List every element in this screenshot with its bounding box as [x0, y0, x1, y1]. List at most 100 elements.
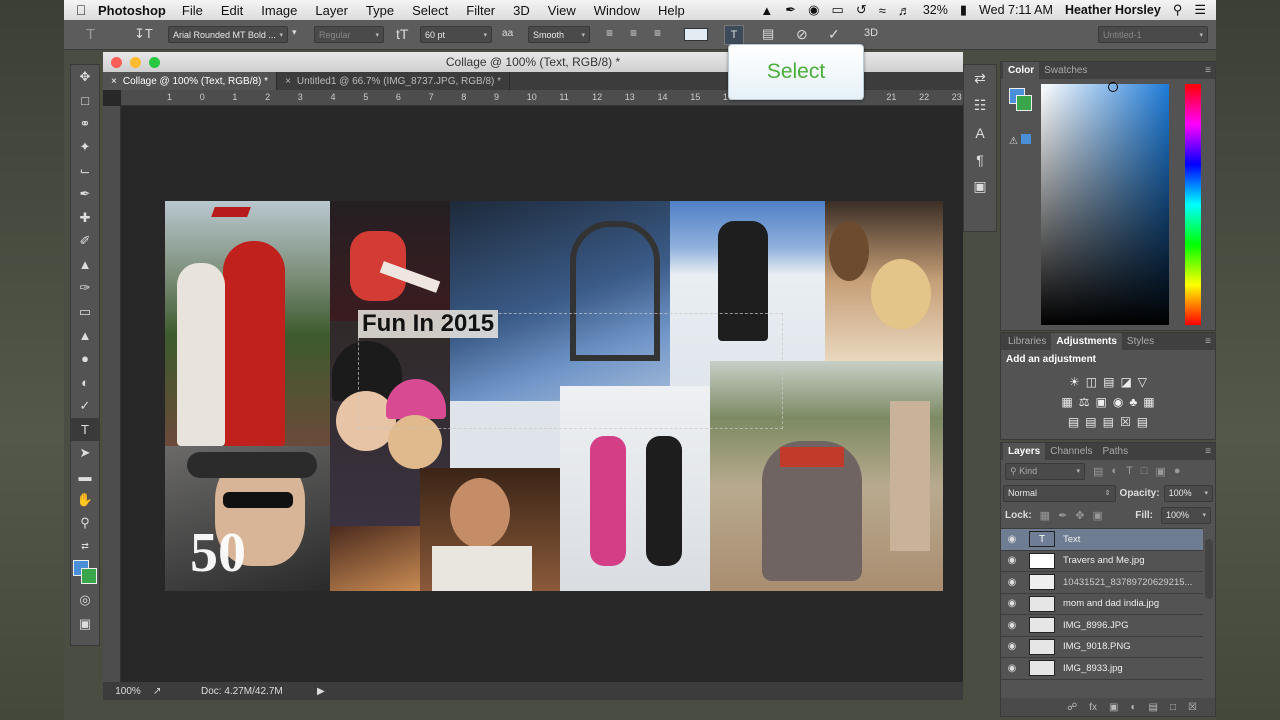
screen-mode-icon[interactable]: ▣: [71, 612, 99, 636]
history-brush-tool-icon[interactable]: ✑: [71, 277, 99, 301]
apple-icon[interactable]: : [64, 2, 98, 18]
3d-icon[interactable]: 3D: [864, 27, 878, 39]
filter-pixel-icon[interactable]: ▤: [1093, 465, 1103, 478]
menu-select[interactable]: Select: [412, 3, 448, 18]
paint-bucket-tool-icon[interactable]: ▲: [71, 324, 99, 348]
dodge-tool-icon[interactable]: ◐: [71, 371, 99, 395]
visibility-eye-icon[interactable]: ◉: [1001, 641, 1023, 652]
menu-view[interactable]: View: [548, 3, 576, 18]
time-machine-icon[interactable]: ↺: [856, 2, 867, 18]
properties-panel-icon[interactable]: ☷: [964, 92, 996, 119]
align-right-icon[interactable]: ≡: [654, 26, 661, 40]
volume-icon[interactable]: ♬: [898, 3, 911, 18]
blur-tool-icon[interactable]: ●: [71, 347, 99, 371]
hue-slider[interactable]: [1185, 84, 1201, 325]
color-lookup-icon[interactable]: ▦: [1143, 395, 1154, 409]
align-center-icon[interactable]: ≡: [630, 26, 637, 40]
wifi-icon[interactable]: ≈: [879, 3, 886, 18]
fill-input[interactable]: 100% ▾: [1161, 506, 1211, 524]
type-tool-icon[interactable]: T: [71, 417, 99, 441]
filter-toggle-icon[interactable]: ●: [1174, 465, 1181, 477]
minimize-window-icon[interactable]: [130, 57, 141, 68]
filter-type-icon[interactable]: T: [1126, 465, 1133, 477]
panel-menu-icon[interactable]: ≡: [1200, 62, 1215, 79]
crop-tool-icon[interactable]: ⌙: [71, 159, 99, 183]
creative-cloud-icon[interactable]: ◉: [808, 2, 819, 18]
hue-saturation-icon[interactable]: ▦: [1061, 395, 1072, 409]
font-family-dropdown[interactable]: Arial Rounded MT Bold ... ▾: [168, 26, 288, 43]
new-layer-icon[interactable]: □: [1170, 702, 1176, 713]
font-size-dropdown[interactable]: 60 pt ▾: [420, 26, 492, 43]
tab-adjustments[interactable]: Adjustments: [1051, 333, 1122, 350]
channel-mixer-icon[interactable]: ♣: [1129, 395, 1137, 409]
history-panel-icon[interactable]: ⇄: [964, 65, 996, 92]
filter-adjustment-icon[interactable]: ◐: [1111, 465, 1118, 477]
curves-icon[interactable]: ▤: [1103, 375, 1114, 389]
posterize-icon[interactable]: ▤: [1085, 415, 1096, 429]
menu-3d[interactable]: 3D: [513, 3, 530, 18]
user-name[interactable]: Heather Horsley: [1065, 3, 1161, 17]
tab-paths[interactable]: Paths: [1098, 443, 1134, 460]
tab-color[interactable]: Color: [1003, 62, 1040, 79]
threshold-icon[interactable]: ▤: [1103, 415, 1114, 429]
visibility-eye-icon[interactable]: ◉: [1001, 598, 1023, 609]
visibility-eye-icon[interactable]: ◉: [1001, 534, 1023, 545]
photo-filter-icon[interactable]: ◉: [1113, 395, 1123, 409]
layer-row[interactable]: ◉ mom and dad india.jpg: [1001, 593, 1203, 615]
layer-row[interactable]: ◉ IMG_8996.JPG: [1001, 615, 1203, 637]
panel-menu-icon[interactable]: ≡: [1200, 443, 1215, 460]
menu-help[interactable]: Help: [658, 3, 685, 18]
path-selection-tool-icon[interactable]: ➤: [71, 441, 99, 465]
menu-file[interactable]: File: [182, 3, 203, 18]
share-icon[interactable]: ↗: [153, 686, 193, 697]
opacity-input[interactable]: 100% ▾: [1163, 484, 1213, 502]
pen-icon[interactable]: ✒: [785, 2, 796, 18]
font-style-dropdown[interactable]: Regular ▾: [314, 26, 384, 43]
workspace-dropdown[interactable]: Untitled-1 ▾: [1098, 26, 1208, 43]
background-color-swatch[interactable]: [81, 567, 97, 584]
brush-tool-icon[interactable]: ✐: [71, 230, 99, 254]
menu-window[interactable]: Window: [594, 3, 640, 18]
panel-menu-icon[interactable]: ≡: [1200, 333, 1215, 350]
lock-transparent-icon[interactable]: ▦: [1040, 509, 1050, 522]
layer-filter-dropdown[interactable]: ⚲ Kind ▾: [1005, 462, 1085, 480]
adobe-icon[interactable]: ▲: [760, 3, 773, 18]
layer-row[interactable]: ◉ IMG_8933.jpg: [1001, 658, 1203, 680]
color-bg-swatch[interactable]: [1016, 95, 1032, 111]
new-group-icon[interactable]: ▤: [1149, 702, 1158, 713]
font-family-arrow-icon[interactable]: ▾: [292, 27, 297, 38]
tab-libraries[interactable]: Libraries: [1003, 333, 1051, 350]
type-tool-preset-icon[interactable]: T: [86, 26, 95, 43]
pen-tool-icon[interactable]: ✓: [71, 394, 99, 418]
canvas-collage[interactable]: Fun In 2015 50: [165, 201, 943, 591]
layer-row[interactable]: ◉ IMG_9018.PNG: [1001, 636, 1203, 658]
color-picker-marker[interactable]: [1108, 82, 1118, 92]
zoom-window-icon[interactable]: [149, 57, 160, 68]
align-left-icon[interactable]: ≡: [606, 26, 613, 40]
exposure-icon[interactable]: ◪: [1120, 375, 1131, 389]
menu-image[interactable]: Image: [261, 3, 297, 18]
tab-layers[interactable]: Layers: [1003, 443, 1046, 460]
battery-percent[interactable]: 32%: [923, 3, 948, 17]
lock-image-icon[interactable]: ✒: [1058, 509, 1067, 522]
menu-filter[interactable]: Filter: [466, 3, 495, 18]
warp-text-icon[interactable]: T: [724, 25, 744, 45]
lasso-tool-icon[interactable]: ⚭: [71, 112, 99, 136]
invert-icon[interactable]: ▤: [1068, 415, 1079, 429]
zoom-tool-icon[interactable]: ⚲: [71, 512, 99, 536]
layer-row[interactable]: ◉ Travers and Me.jpg: [1001, 550, 1203, 572]
vibrance-icon[interactable]: ▽: [1138, 375, 1147, 389]
visibility-eye-icon[interactable]: ◉: [1001, 577, 1023, 588]
menu-type[interactable]: Type: [366, 3, 394, 18]
quick-mask-icon[interactable]: ◎: [71, 589, 99, 613]
selective-color-icon[interactable]: ☒: [1120, 415, 1131, 429]
layer-row[interactable]: ◉ 10431521_83789720629215...: [1001, 572, 1203, 594]
text-color-swatch[interactable]: [684, 28, 708, 41]
clone-stamp-tool-icon[interactable]: ▲: [71, 253, 99, 277]
tab-swatches[interactable]: Swatches: [1039, 62, 1092, 79]
eraser-tool-icon[interactable]: ▭: [71, 300, 99, 324]
filter-shape-icon[interactable]: □: [1141, 465, 1148, 477]
layer-style-icon[interactable]: fx: [1089, 702, 1097, 713]
menu-layer[interactable]: Layer: [315, 3, 348, 18]
airplay-icon[interactable]: ▭: [832, 2, 844, 18]
